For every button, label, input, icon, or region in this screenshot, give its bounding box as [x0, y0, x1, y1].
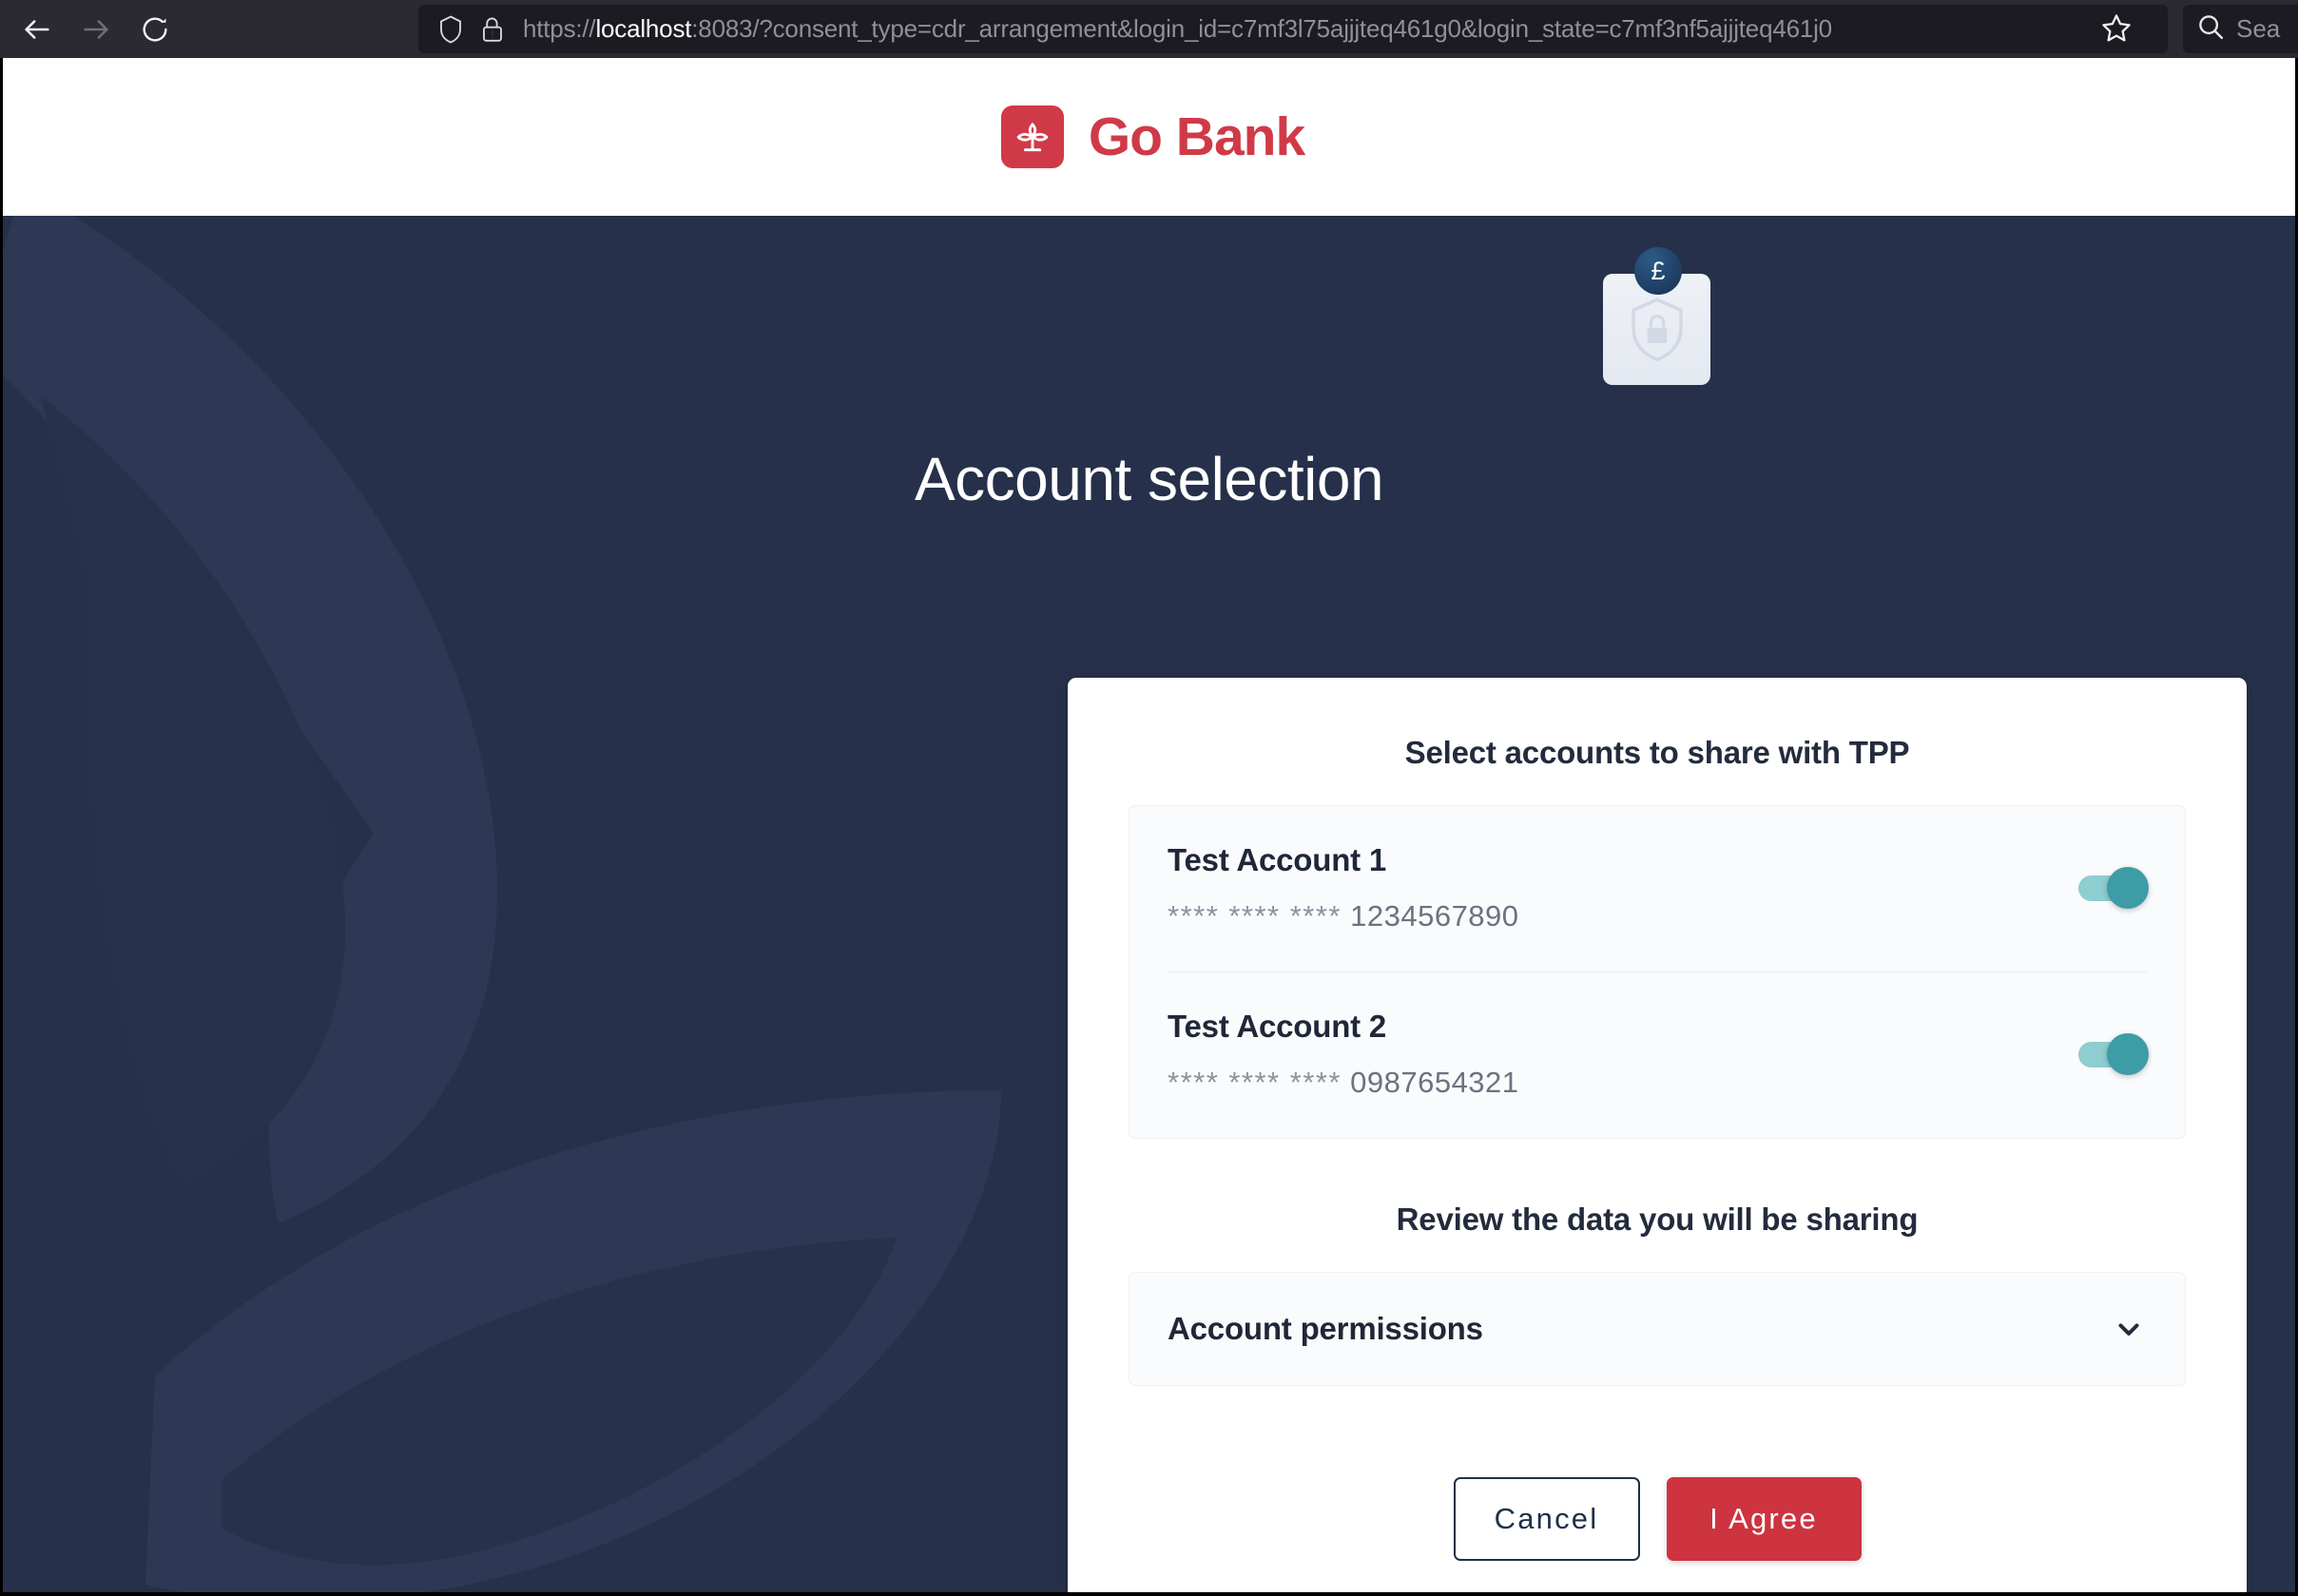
account-permissions-accordion[interactable]: Account permissions — [1129, 1272, 2186, 1386]
account-share-toggle[interactable] — [2078, 1033, 2149, 1075]
pound-symbol: £ — [1651, 256, 1666, 285]
action-buttons: Cancel I Agree — [1129, 1477, 2186, 1561]
account-number: **** **** **** 1234567890 — [1168, 899, 1519, 933]
url-host: localhost — [595, 14, 692, 43]
sprout-icon — [1000, 106, 1064, 168]
page-title: Account selection — [914, 445, 1384, 513]
lock-warning-icon[interactable] — [472, 10, 513, 48]
chevron-down-icon[interactable] — [2111, 1311, 2147, 1347]
search-placeholder: Sea — [2236, 14, 2281, 43]
cancel-button[interactable]: Cancel — [1453, 1477, 1640, 1561]
review-heading: Review the data you will be sharing — [1396, 1202, 1919, 1237]
account-row[interactable]: Test Account 1 **** **** **** 1234567890 — [1168, 806, 2149, 971]
reload-icon — [140, 14, 170, 45]
search-box[interactable]: Sea — [2183, 5, 2298, 53]
consent-card: Select accounts to share with TPP Test A… — [1068, 678, 2247, 1592]
arrow-left-icon — [21, 13, 53, 46]
account-name: Test Account 1 — [1168, 842, 1387, 877]
forward-button[interactable] — [67, 4, 126, 55]
url-text[interactable]: https://localhost:8083/?consent_type=cdr… — [513, 14, 2156, 44]
account-share-toggle[interactable] — [2078, 867, 2149, 909]
account-number-visible: 0987654321 — [1350, 1066, 1519, 1099]
shield-icon[interactable] — [430, 10, 472, 48]
browser-window: https://localhost:8083/?consent_type=cdr… — [0, 0, 2298, 1596]
account-number-mask: **** **** **** — [1168, 899, 1342, 933]
hero-inner: £ Account selection Select accounts to s… — [3, 216, 2295, 1592]
url-path: :8083/?consent_type=cdr_arrangement&logi… — [691, 14, 1832, 43]
account-permissions-label: Account permissions — [1168, 1311, 1483, 1346]
site-header: Go Bank — [3, 58, 2295, 216]
account-number-visible: 1234567890 — [1350, 899, 1519, 933]
star-icon — [2101, 12, 2132, 48]
navigation-buttons — [0, 4, 184, 55]
account-number: **** **** **** 0987654321 — [1168, 1066, 1519, 1100]
account-name: Test Account 2 — [1168, 1009, 1387, 1044]
reload-button[interactable] — [126, 4, 184, 55]
brand-logo[interactable]: Go Bank — [1000, 106, 1305, 168]
pound-currency-badge-icon: £ — [1634, 247, 1682, 295]
account-info: Test Account 1 **** **** **** 1234567890 — [1168, 842, 1519, 933]
arrow-right-icon — [80, 13, 112, 46]
back-button[interactable] — [8, 4, 67, 55]
browser-toolbar: https://localhost:8083/?consent_type=cdr… — [0, 0, 2298, 58]
toggle-thumb — [2107, 867, 2149, 909]
agree-button[interactable]: I Agree — [1666, 1477, 1862, 1561]
document-shield-lock-icon: £ — [1603, 247, 1710, 385]
account-row[interactable]: Test Account 2 **** **** **** 0987654321 — [1168, 971, 2149, 1138]
brand-name: Go Bank — [1088, 106, 1305, 167]
address-bar[interactable]: https://localhost:8083/?consent_type=cdr… — [418, 5, 2168, 53]
accounts-list: Test Account 1 **** **** **** 1234567890… — [1129, 805, 2186, 1139]
account-info: Test Account 2 **** **** **** 0987654321 — [1168, 1009, 1519, 1100]
account-number-mask: **** **** **** — [1168, 1066, 1342, 1099]
hero-section: £ Account selection Select accounts to s… — [3, 216, 2295, 1592]
accounts-heading: Select accounts to share with TPP — [1404, 735, 1910, 770]
page-viewport: Go Bank £ Account selection Select accou… — [3, 58, 2295, 1592]
url-scheme: https:// — [523, 14, 596, 43]
search-icon — [2196, 12, 2225, 46]
toggle-thumb — [2107, 1033, 2149, 1075]
bookmark-button[interactable] — [2094, 8, 2139, 51]
